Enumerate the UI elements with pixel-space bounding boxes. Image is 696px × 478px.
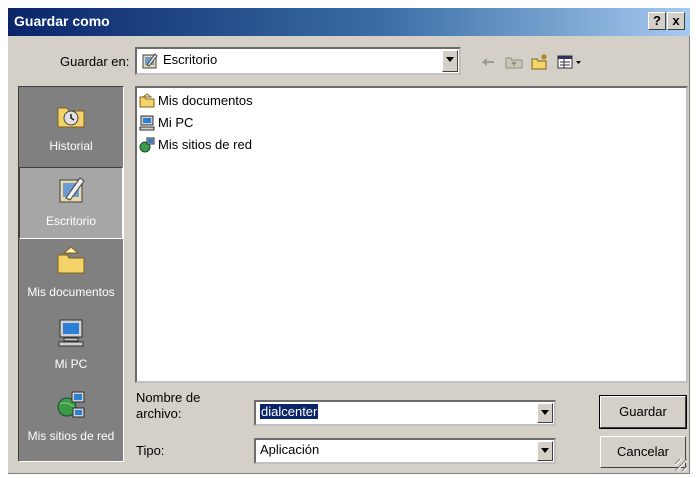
- place-historial[interactable]: Historial: [19, 93, 123, 165]
- new-folder-icon[interactable]: [530, 53, 550, 71]
- desktop-small-icon: [141, 52, 159, 70]
- file-name-label-line1: Nombre de: [136, 390, 201, 405]
- file-name-dropdown-button[interactable]: [537, 403, 553, 423]
- look-in-label: Guardar en:: [60, 54, 130, 69]
- file-name-label-line2: archivo:: [136, 406, 182, 421]
- network-icon: [139, 137, 155, 153]
- title-bar[interactable]: Guardar como ? x: [8, 8, 690, 36]
- cancel-button[interactable]: Cancelar: [600, 436, 686, 468]
- save-button[interactable]: Guardar: [599, 395, 687, 429]
- place-label: Historial: [49, 139, 93, 153]
- file-type-dropdown-button[interactable]: [537, 441, 553, 461]
- save-as-dialog: Guardar como ? x Guardar en: Escritorio …: [8, 8, 690, 474]
- file-name-label: Nombre de archivo:: [136, 390, 200, 422]
- file-name: Mis sitios de red: [158, 137, 252, 152]
- computer-icon: [139, 115, 155, 131]
- place-mis-sitios-de-red[interactable]: Mis sitios de red: [19, 383, 123, 455]
- resize-grip[interactable]: [675, 459, 687, 471]
- look-in-dropdown-button[interactable]: [442, 50, 458, 72]
- place-mis-documentos[interactable]: Mis documentos: [19, 239, 123, 311]
- places-bar: Historial Escritorio Mis documentos Mi P…: [18, 86, 124, 462]
- look-in-value: Escritorio: [163, 52, 218, 67]
- place-mi-pc[interactable]: Mi PC: [19, 311, 123, 383]
- place-label: Mis documentos: [27, 285, 115, 299]
- my-documents-icon: [55, 245, 87, 277]
- file-name: Mis documentos: [158, 93, 253, 108]
- place-label: Escritorio: [45, 214, 96, 228]
- file-list[interactable]: Mis documentos Mi PC Mis sitios de red: [135, 86, 688, 383]
- my-computer-icon: [55, 317, 87, 349]
- folder-icon: [139, 93, 155, 109]
- look-in-combo[interactable]: Escritorio: [135, 47, 461, 75]
- view-menu-icon[interactable]: [556, 53, 584, 71]
- file-name: Mi PC: [158, 115, 194, 130]
- file-name-value: dialcenter: [260, 404, 319, 419]
- help-button[interactable]: ?: [648, 12, 666, 30]
- file-type-value: Aplicación: [260, 442, 320, 457]
- file-type-label: Tipo:: [136, 443, 165, 458]
- window-title: Guardar como: [14, 13, 110, 29]
- file-type-combo[interactable]: Aplicación: [254, 438, 556, 464]
- history-icon: [55, 99, 87, 131]
- file-name-input[interactable]: dialcenter: [254, 400, 556, 426]
- network-places-icon: [55, 389, 87, 421]
- back-arrow-icon[interactable]: [480, 53, 496, 71]
- place-label: Mis sitios de red: [27, 429, 115, 443]
- close-button[interactable]: x: [667, 12, 685, 30]
- up-folder-icon[interactable]: [504, 53, 524, 71]
- desktop-icon: [56, 174, 88, 206]
- place-escritorio[interactable]: Escritorio: [19, 167, 123, 239]
- place-label: Mi PC: [54, 357, 88, 371]
